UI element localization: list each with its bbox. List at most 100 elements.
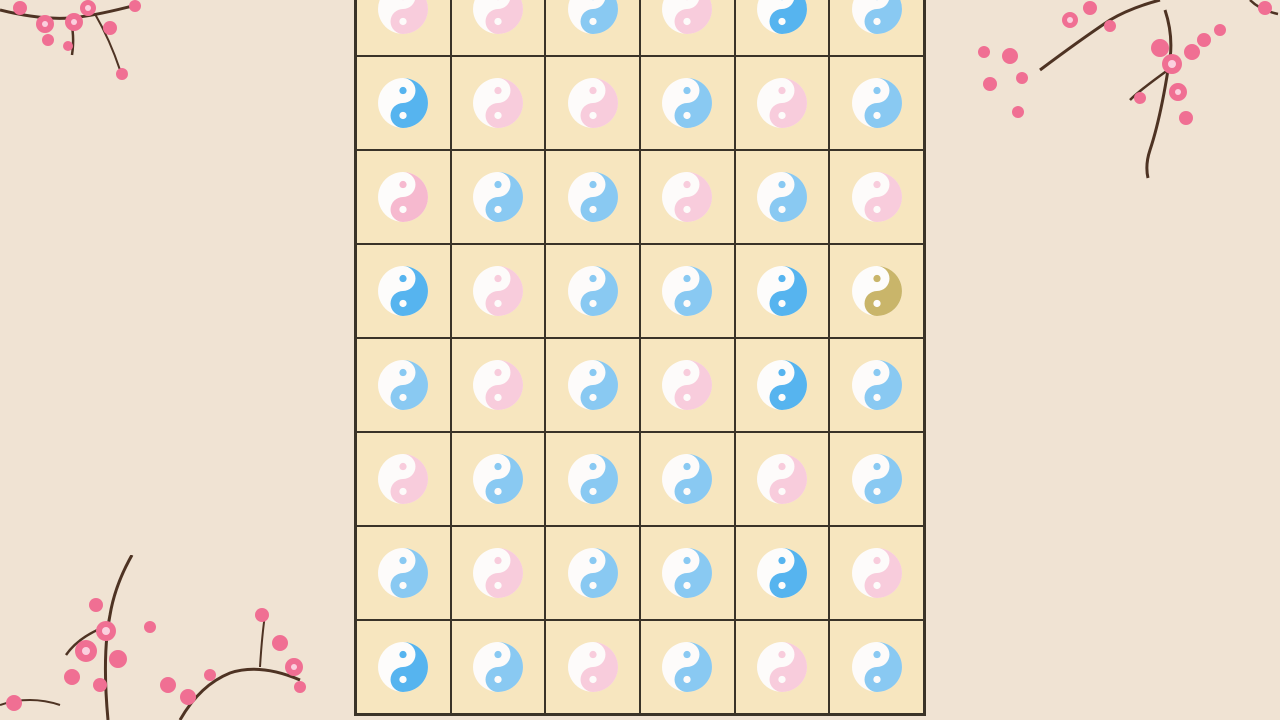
yin-yang-token-icon	[567, 360, 618, 410]
board-cell[interactable]	[734, 244, 830, 338]
yin-yang-token-icon	[757, 172, 807, 222]
yin-yang-token-icon	[757, 548, 807, 598]
yin-yang-token-icon	[378, 0, 429, 34]
yin-yang-token-icon	[567, 642, 618, 692]
yin-yang-token-icon	[567, 0, 618, 34]
board-cell[interactable]	[356, 338, 451, 432]
yin-yang-token-icon	[662, 360, 713, 410]
board-cell[interactable]	[639, 526, 735, 620]
board-cell[interactable]	[639, 432, 735, 526]
yin-yang-token-icon	[757, 266, 807, 316]
board-cell[interactable]	[450, 432, 546, 526]
board-cell[interactable]	[829, 150, 924, 244]
board-cell[interactable]	[450, 526, 546, 620]
yin-yang-token-icon	[378, 266, 429, 316]
yin-yang-token-icon	[757, 78, 807, 128]
board-cell[interactable]	[356, 620, 451, 714]
board-cell[interactable]	[356, 526, 451, 620]
board-cell[interactable]	[450, 620, 546, 714]
yin-yang-token-icon	[567, 454, 618, 504]
yin-yang-token-icon	[662, 454, 713, 504]
yin-yang-token-icon	[757, 642, 807, 692]
yin-yang-token-icon	[473, 172, 523, 222]
board-cell[interactable]	[734, 620, 830, 714]
yin-yang-token-icon	[473, 454, 523, 504]
yin-yang-token-icon	[851, 642, 902, 692]
board-cell[interactable]	[829, 0, 924, 56]
board-cell[interactable]	[356, 56, 451, 150]
board-cell[interactable]	[639, 244, 735, 338]
yin-yang-token-icon	[662, 266, 713, 316]
yin-yang-token-icon	[567, 78, 618, 128]
yin-yang-token-icon	[851, 172, 902, 222]
board-cell[interactable]	[545, 244, 640, 338]
board-cell[interactable]	[545, 56, 640, 150]
yin-yang-token-icon	[378, 78, 429, 128]
board-cell[interactable]	[356, 432, 451, 526]
board-cell[interactable]	[734, 150, 830, 244]
yin-yang-token-icon	[473, 78, 523, 128]
board-cell[interactable]	[545, 432, 640, 526]
board-cell[interactable]	[450, 56, 546, 150]
board-cell[interactable]	[545, 150, 640, 244]
yin-yang-token-icon	[567, 172, 618, 222]
yin-yang-token-icon	[473, 642, 523, 692]
cherry-blossom-top-right-icon	[960, 0, 1280, 185]
yin-yang-token-icon	[378, 360, 429, 410]
board-cell[interactable]	[734, 526, 830, 620]
cherry-blossom-top-left-icon	[0, 0, 160, 100]
board-cell[interactable]	[829, 620, 924, 714]
board-cell[interactable]	[545, 338, 640, 432]
board-cell[interactable]	[734, 56, 830, 150]
board-cell[interactable]	[829, 432, 924, 526]
cherry-blossom-bottom-left-icon	[0, 555, 320, 720]
yin-yang-token-icon	[567, 266, 618, 316]
board-cell[interactable]	[734, 0, 830, 56]
yin-yang-token-icon	[662, 642, 713, 692]
game-board	[354, 0, 926, 716]
board-cell[interactable]	[829, 338, 924, 432]
board-cell[interactable]	[829, 526, 924, 620]
board-cell[interactable]	[639, 56, 735, 150]
yin-yang-token-icon	[378, 454, 429, 504]
yin-yang-token-icon	[473, 0, 523, 34]
board-cell[interactable]	[639, 620, 735, 714]
yin-yang-token-icon	[662, 548, 713, 598]
yin-yang-token-icon	[851, 454, 902, 504]
yin-yang-token-icon	[851, 548, 902, 598]
yin-yang-token-icon	[851, 360, 902, 410]
yin-yang-token-icon	[567, 548, 618, 598]
board-cell[interactable]	[734, 338, 830, 432]
yin-yang-token-icon	[473, 548, 523, 598]
board-cell[interactable]	[545, 620, 640, 714]
yin-yang-token-icon	[473, 266, 523, 316]
yin-yang-token-icon	[851, 266, 902, 316]
yin-yang-token-icon	[662, 0, 713, 34]
board-cell[interactable]	[639, 338, 735, 432]
yin-yang-token-icon	[378, 172, 429, 222]
board-cell[interactable]	[450, 150, 546, 244]
yin-yang-token-icon	[662, 78, 713, 128]
yin-yang-token-icon	[757, 454, 807, 504]
board-cell[interactable]	[450, 0, 546, 56]
yin-yang-token-icon	[662, 172, 713, 222]
board-cell[interactable]	[734, 432, 830, 526]
board-cell[interactable]	[356, 244, 451, 338]
board-cell[interactable]	[639, 150, 735, 244]
board-cell[interactable]	[829, 56, 924, 150]
board-cell[interactable]	[450, 244, 546, 338]
yin-yang-token-icon	[757, 360, 807, 410]
board-cell[interactable]	[545, 526, 640, 620]
yin-yang-token-icon	[378, 642, 429, 692]
yin-yang-token-icon	[378, 548, 429, 598]
yin-yang-token-icon	[757, 0, 807, 34]
board-cell[interactable]	[356, 150, 451, 244]
board-cell[interactable]	[545, 0, 640, 56]
yin-yang-token-icon	[473, 360, 523, 410]
board-cell[interactable]	[356, 0, 451, 56]
yin-yang-token-icon	[851, 78, 902, 128]
yin-yang-token-icon	[851, 0, 902, 34]
board-cell[interactable]	[829, 244, 924, 338]
board-cell[interactable]	[639, 0, 735, 56]
board-cell[interactable]	[450, 338, 546, 432]
